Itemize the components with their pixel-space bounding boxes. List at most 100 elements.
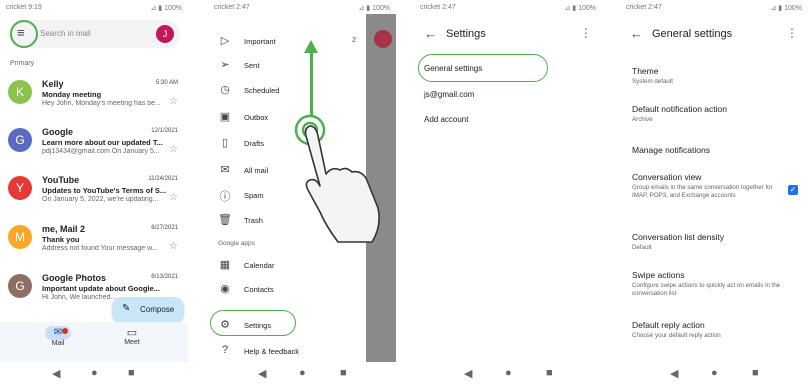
draft-icon: ▯ bbox=[221, 137, 229, 149]
email-sender: Google Photos bbox=[42, 273, 106, 283]
drawer-item-help[interactable]: ? Help & feedback bbox=[208, 340, 366, 362]
trash-icon: 🗑 bbox=[218, 214, 232, 226]
back-nav-icon[interactable]: ◀ bbox=[464, 367, 472, 380]
avatar[interactable]: J bbox=[156, 25, 174, 43]
phone-general-settings: cricket 2:47 ⊿ ▮ 100% ← General settings… bbox=[620, 0, 808, 386]
star-icon[interactable]: ☆ bbox=[169, 96, 178, 107]
clock-icon: ◷ bbox=[220, 84, 230, 96]
status-carrier: cricket 2:47 bbox=[626, 4, 662, 11]
pencil-icon: ✎ bbox=[122, 303, 131, 314]
system-nav: ◀ ● ■ bbox=[0, 362, 188, 386]
status-carrier: cricket 2:47 bbox=[420, 4, 456, 11]
mail-stack-icon: ✉ bbox=[220, 164, 230, 176]
status-bar: cricket 2:47 ⊿ ▮ 100% bbox=[420, 2, 596, 14]
status-battery: ⊿ ▮ 100% bbox=[150, 5, 182, 12]
star-icon[interactable]: ☆ bbox=[169, 241, 178, 252]
home-nav-icon[interactable]: ● bbox=[505, 367, 512, 379]
status-carrier: cricket 2:47 bbox=[214, 4, 250, 11]
status-battery: ⊿ ▮ 100% bbox=[358, 5, 390, 12]
recents-nav-icon[interactable]: ■ bbox=[128, 367, 135, 379]
nav-meet[interactable]: ▭ Meet bbox=[112, 326, 152, 346]
contacts-icon: ◉ bbox=[220, 283, 230, 295]
back-nav-icon[interactable]: ◀ bbox=[670, 367, 678, 380]
setting-manage-notifications[interactable]: Manage notifications bbox=[632, 145, 798, 155]
phone-drawer: cricket 2:47 ⊿ ▮ 100% ▷ Important 2 ➢ Se… bbox=[208, 0, 396, 386]
home-nav-icon[interactable]: ● bbox=[711, 367, 718, 379]
system-nav: ◀ ● ■ bbox=[414, 362, 602, 386]
setting-list-density[interactable]: Conversation list density Default bbox=[632, 232, 798, 252]
status-bar: cricket 2:47 ⊿ ▮ 100% bbox=[626, 2, 802, 14]
more-vert-icon[interactable]: ⋮ bbox=[786, 26, 798, 40]
sender-avatar: G bbox=[8, 128, 32, 152]
setting-title: Manage notifications bbox=[632, 145, 710, 155]
back-arrow-icon[interactable]: ← bbox=[630, 26, 643, 41]
system-nav: ◀ ● ■ bbox=[620, 362, 808, 386]
conversation-view-checkbox[interactable]: ✓ bbox=[788, 185, 798, 195]
highlight-ring bbox=[418, 54, 548, 82]
status-carrier: cricket 9:19 bbox=[6, 4, 42, 11]
email-subject: Learn more about our updated T... bbox=[42, 138, 163, 147]
settings-row-add-account[interactable]: Add account bbox=[424, 115, 468, 124]
email-sender: me, Mail 2 bbox=[42, 224, 86, 234]
drawer-item-contacts[interactable]: ◉ Contacts bbox=[208, 278, 366, 300]
back-arrow-icon[interactable]: ← bbox=[424, 26, 437, 41]
more-vert-icon[interactable]: ⋮ bbox=[580, 26, 592, 40]
drawer-item-label: Contacts bbox=[244, 285, 274, 294]
star-icon[interactable]: ☆ bbox=[169, 192, 178, 203]
home-nav-icon[interactable]: ● bbox=[299, 367, 306, 379]
recents-nav-icon[interactable]: ■ bbox=[752, 367, 759, 379]
phone-inbox: cricket 9:19 ⊿ ▮ 100% ≡ Search in mail J… bbox=[0, 0, 188, 386]
setting-title: Conversation view bbox=[632, 172, 702, 182]
send-icon: ➢ bbox=[220, 59, 230, 71]
drawer-item-label: Important bbox=[244, 37, 276, 46]
setting-swipe-actions[interactable]: Swipe actions Configure swipe actions to… bbox=[632, 270, 798, 298]
setting-reply-action[interactable]: Default reply action Choose your default… bbox=[632, 320, 798, 340]
back-nav-icon[interactable]: ◀ bbox=[52, 367, 60, 380]
spam-icon: ⓘ bbox=[219, 191, 231, 203]
setting-subtitle: Choose your default reply action bbox=[632, 332, 721, 339]
email-row[interactable]: Y YouTube 11/24/2021 Updates to YouTube'… bbox=[8, 172, 180, 218]
drawer-item-label: Spam bbox=[244, 191, 264, 200]
drawer-item-sent[interactable]: ➢ Sent bbox=[208, 54, 366, 76]
email-preview: Address not found Your message w... bbox=[42, 245, 158, 252]
drawer-item-scheduled[interactable]: ◷ Scheduled bbox=[208, 79, 366, 101]
recents-nav-icon[interactable]: ■ bbox=[340, 367, 347, 379]
recents-nav-icon[interactable]: ■ bbox=[546, 367, 553, 379]
page-title: Settings bbox=[446, 28, 486, 40]
drawer-item-label: Drafts bbox=[244, 139, 265, 148]
email-row[interactable]: K Kelly 5:30 AM Monday meeting Hey John,… bbox=[8, 76, 180, 122]
email-date: 6/13/2021 bbox=[151, 274, 178, 280]
drawer-item-calendar[interactable]: ▦ Calendar bbox=[208, 254, 366, 276]
setting-title: Default notification action bbox=[632, 104, 727, 114]
email-preview: On January 5, 2022, we're updating... bbox=[42, 196, 159, 203]
compose-button[interactable]: ✎ Compose bbox=[112, 297, 184, 323]
setting-title: Conversation list density bbox=[632, 232, 725, 242]
back-nav-icon[interactable]: ◀ bbox=[258, 367, 266, 380]
home-nav-icon[interactable]: ● bbox=[91, 367, 98, 379]
setting-notification-action[interactable]: Default notification action Archive bbox=[632, 104, 798, 124]
email-row[interactable]: G Google 12/1/2021 Learn more about our … bbox=[8, 124, 180, 170]
setting-theme[interactable]: Theme System default bbox=[632, 66, 798, 86]
setting-subtitle: Group emails in the same conversation to… bbox=[632, 184, 773, 199]
drawer-item-label: Help & feedback bbox=[244, 347, 300, 356]
star-icon[interactable]: ☆ bbox=[169, 144, 178, 155]
email-subject: Thank you bbox=[42, 235, 80, 244]
setting-subtitle: Configure swipe actions to quickly act o… bbox=[632, 282, 781, 297]
email-preview: pdj13434@gmail.com On January 5... bbox=[42, 148, 160, 155]
phone-settings: cricket 2:47 ⊿ ▮ 100% ← Settings ⋮ Gener… bbox=[414, 0, 602, 386]
drawer-item-label: Trash bbox=[244, 216, 263, 225]
swipe-hand-icon bbox=[294, 114, 380, 243]
setting-conversation-view[interactable]: Conversation view Group emails in the sa… bbox=[632, 172, 780, 200]
email-row[interactable]: M me, Mail 2 6/27/2021 Thank you Address… bbox=[8, 221, 180, 267]
email-subject: Monday meeting bbox=[42, 90, 102, 99]
drawer-item-count: 2 bbox=[352, 37, 356, 44]
settings-row-account[interactable]: js@gmail.com bbox=[424, 90, 474, 99]
notification-badge bbox=[62, 328, 68, 334]
nav-mail[interactable]: ✉ Mail bbox=[38, 326, 78, 347]
setting-subtitle: Default bbox=[632, 244, 652, 251]
highlight-ring bbox=[10, 20, 38, 48]
drawer-item-important[interactable]: ▷ Important 2 bbox=[208, 30, 366, 52]
setting-subtitle: System default bbox=[632, 78, 673, 85]
email-subject: Important update about Google... bbox=[42, 284, 160, 293]
search-placeholder: Search in mail bbox=[40, 29, 91, 38]
